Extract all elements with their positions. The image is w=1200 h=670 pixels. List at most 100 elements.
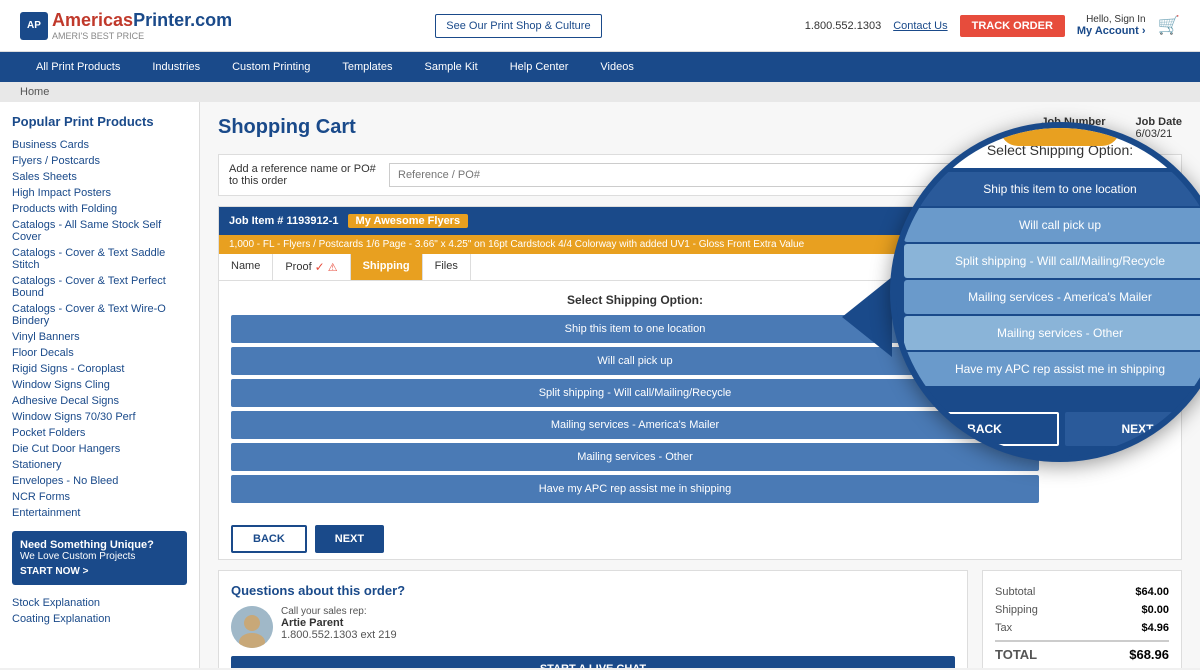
rep-avatar: [231, 606, 273, 648]
signin-line2: My Account ›: [1077, 25, 1146, 37]
logo-tagline: AMERI'S BEST PRICE: [52, 31, 232, 41]
sidebar-item-envelopes[interactable]: Envelopes - No Bleed: [12, 473, 187, 489]
sidebar-item-catalogs-saddle[interactable]: Catalogs - Cover & Text Saddle Stitch: [12, 245, 187, 273]
nav-item-sample[interactable]: Sample Kit: [408, 52, 493, 82]
total-shipping-value: $0.00: [1141, 604, 1169, 616]
cta-sub: We Love Custom Projects: [20, 551, 179, 562]
job-date-label: Job Date: [1136, 116, 1182, 128]
nav-item-custom[interactable]: Custom Printing: [216, 52, 326, 82]
nav-item-help[interactable]: Help Center: [494, 52, 585, 82]
sidebar-item-sales-sheets[interactable]: Sales Sheets: [12, 169, 187, 185]
sidebar-item-flyers[interactable]: Flyers / Postcards: [12, 153, 187, 169]
nav-item-videos[interactable]: Videos: [584, 52, 649, 82]
sidebar-item-business-cards[interactable]: Business Cards: [12, 137, 187, 153]
cart-icon[interactable]: 🛒: [1158, 15, 1180, 36]
arrow-connector: [842, 277, 892, 357]
contact-link[interactable]: Contact Us: [893, 20, 947, 32]
sidebar-item-floor-decals[interactable]: Floor Decals: [12, 345, 187, 361]
back-button[interactable]: BACK: [231, 525, 307, 553]
rep-name: Artie Parent: [281, 617, 397, 629]
page-title: Shopping Cart: [218, 116, 356, 139]
cta-title: Need Something Unique?: [20, 539, 179, 551]
total-shipping-row: Shipping $0.00: [995, 601, 1169, 619]
tax-value: $4.96: [1141, 622, 1169, 634]
zoom-option-split[interactable]: Split shipping - Will call/Mailing/Recyc…: [904, 244, 1200, 278]
subtotal-row: Subtotal $64.00: [995, 583, 1169, 601]
shipping-option-apc-rep[interactable]: Have my APC rep assist me in shipping: [231, 475, 1039, 503]
rep-info: Call your sales rep: Artie Parent 1.800.…: [231, 606, 955, 648]
zoom-options: Ship this item to one location Will call…: [896, 168, 1200, 406]
navigation: All Print Products Industries Custom Pri…: [0, 52, 1200, 82]
tax-row: Tax $4.96: [995, 619, 1169, 637]
tab-shipping[interactable]: Shipping: [351, 254, 423, 280]
nav-item-all-print[interactable]: All Print Products: [20, 52, 136, 82]
phone-number: 1.800.552.1303: [805, 20, 881, 32]
header-right: 1.800.552.1303 Contact Us TRACK ORDER He…: [805, 14, 1180, 37]
see-print-button[interactable]: See Our Print Shop & Culture: [435, 14, 601, 38]
grand-total-value: $68.96: [1129, 647, 1169, 662]
sidebar-item-window-cling[interactable]: Window Signs Cling: [12, 377, 187, 393]
tax-label: Tax: [995, 622, 1012, 634]
shipping-option-americas-mailer[interactable]: Mailing services - America's Mailer: [231, 411, 1039, 439]
track-order-button[interactable]: TRACK ORDER: [960, 15, 1065, 37]
main-layout: Popular Print Products Business Cards Fl…: [0, 102, 1200, 668]
zoom-option-will-call[interactable]: Will call pick up: [904, 208, 1200, 242]
zoom-option-apc-rep[interactable]: Have my APC rep assist me in shipping: [904, 352, 1200, 386]
subtotal-label: Subtotal: [995, 586, 1035, 598]
breadcrumb: Home: [0, 82, 1200, 102]
sidebar-item-stock[interactable]: Stock Explanation: [12, 595, 187, 611]
nav-item-industries[interactable]: Industries: [136, 52, 216, 82]
sidebar-item-pocket[interactable]: Pocket Folders: [12, 425, 187, 441]
start-live-chat-button[interactable]: START A LIVE CHAT: [231, 656, 955, 668]
sidebar-item-door-hangers[interactable]: Die Cut Door Hangers: [12, 441, 187, 457]
next-button[interactable]: NEXT: [315, 525, 384, 553]
sidebar-item-folding[interactable]: Products with Folding: [12, 201, 187, 217]
cart-item-id: Job Item # 1193912-1: [229, 215, 338, 227]
sidebar-title: Popular Print Products: [12, 114, 187, 129]
job-date-value: 6/03/21: [1136, 128, 1173, 140]
zoom-option-other[interactable]: Mailing services - Other: [904, 316, 1200, 350]
tab-files[interactable]: Files: [423, 254, 471, 280]
start-now-button[interactable]: START NOW >: [20, 566, 88, 577]
tab-proof[interactable]: Proof ✓ ⚠: [273, 254, 350, 280]
content-area: Shopping Cart Job Number 1193912 Job Dat…: [200, 102, 1200, 668]
rep-phone: 1.800.552.1303 ext 219: [281, 629, 397, 641]
total-shipping-label: Shipping: [995, 604, 1038, 616]
sidebar-item-stationery[interactable]: Stationery: [12, 457, 187, 473]
sidebar-item-vinyl[interactable]: Vinyl Banners: [12, 329, 187, 345]
sidebar-item-catalogs-perfect[interactable]: Catalogs - Cover & Text Perfect Bound: [12, 273, 187, 301]
grand-total-row: TOTAL $68.96: [995, 640, 1169, 665]
totals-box: Subtotal $64.00 Shipping $0.00 Tax $4.96…: [982, 570, 1182, 668]
header: AP AmericasPrinter.com AMERI'S BEST PRIC…: [0, 0, 1200, 52]
reference-label: Add a reference name or PO# to this orde…: [229, 163, 379, 187]
questions-box: Questions about this order? Call your sa…: [218, 570, 968, 668]
cart-nav-buttons: BACK NEXT: [219, 515, 1051, 559]
signin-area[interactable]: Hello, Sign In My Account ›: [1077, 14, 1146, 37]
sidebar-item-rigid-signs[interactable]: Rigid Signs - Coroplast: [12, 361, 187, 377]
shipping-option-other[interactable]: Mailing services - Other: [231, 443, 1039, 471]
rep-details: Call your sales rep: Artie Parent 1.800.…: [281, 606, 397, 641]
logo-image: AP: [20, 12, 48, 40]
proof-check-icon: ✓: [315, 260, 325, 274]
sidebar-item-coating[interactable]: Coating Explanation: [12, 611, 187, 627]
sidebar-item-ncr[interactable]: NCR Forms: [12, 489, 187, 505]
grand-total-label: TOTAL: [995, 647, 1037, 662]
sidebar-item-adhesive[interactable]: Adhesive Decal Signs: [12, 393, 187, 409]
cart-item-name[interactable]: My Awesome Flyers: [348, 214, 469, 228]
zoom-option-americas-mailer[interactable]: Mailing services - America's Mailer: [904, 280, 1200, 314]
warning-icon: ⚠: [328, 261, 338, 274]
sidebar-extra: Stock Explanation Coating Explanation: [12, 595, 187, 627]
sidebar-item-entertainment[interactable]: Entertainment: [12, 505, 187, 521]
zoom-orange-accent: [1000, 128, 1120, 146]
sidebar-item-catalogs-self[interactable]: Catalogs - All Same Stock Self Cover: [12, 217, 187, 245]
arrow-shape: [842, 277, 892, 357]
call-label: Call your sales rep:: [281, 606, 397, 617]
nav-item-templates[interactable]: Templates: [326, 52, 408, 82]
sidebar-item-window-perf[interactable]: Window Signs 70/30 Perf: [12, 409, 187, 425]
header-center: See Our Print Shop & Culture: [435, 14, 601, 38]
tab-name[interactable]: Name: [219, 254, 273, 280]
sidebar-item-catalogs-wire[interactable]: Catalogs - Cover & Text Wire-O Bindery: [12, 301, 187, 329]
zoom-option-one-location[interactable]: Ship this item to one location: [904, 172, 1200, 206]
sidebar-item-posters[interactable]: High Impact Posters: [12, 185, 187, 201]
sidebar-cta: Need Something Unique? We Love Custom Pr…: [12, 531, 187, 585]
